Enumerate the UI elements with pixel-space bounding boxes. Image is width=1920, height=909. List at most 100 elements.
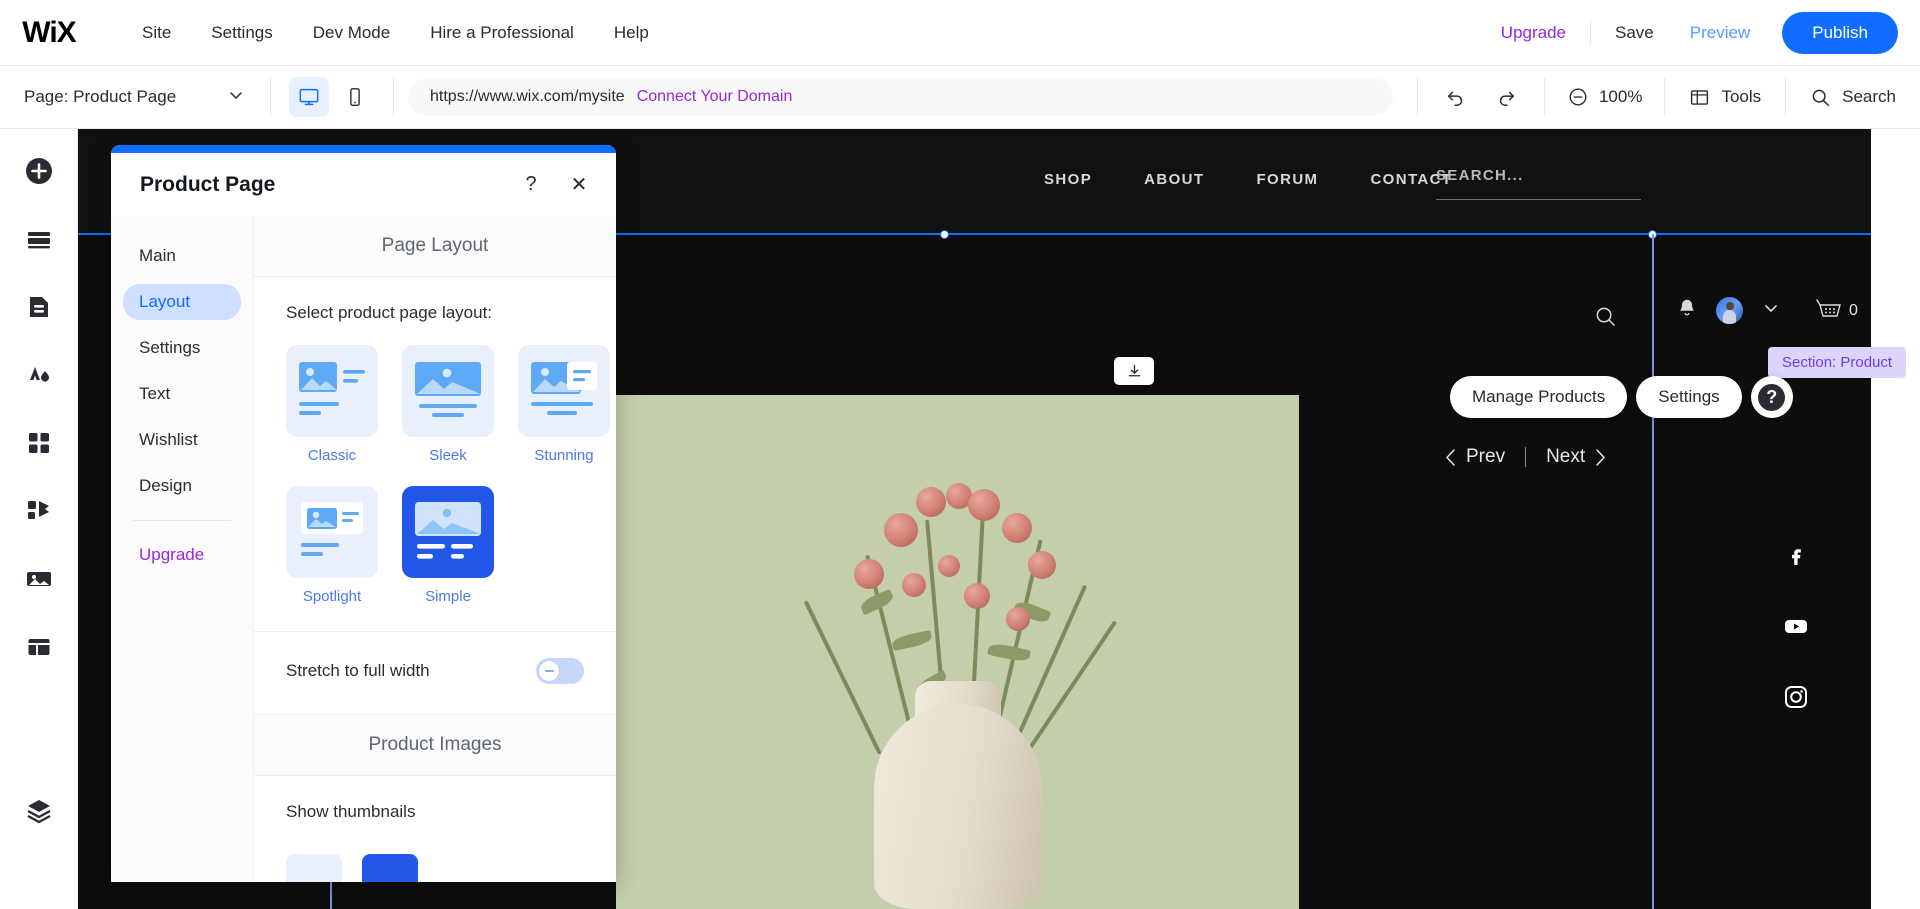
- pages-menu-icon[interactable]: [19, 287, 59, 327]
- topnav-hire-professional[interactable]: Hire a Professional: [410, 17, 594, 49]
- product-image[interactable]: [616, 395, 1299, 909]
- site-search-field[interactable]: SEARCH...: [1436, 167, 1641, 185]
- apps-icon[interactable]: [19, 423, 59, 463]
- topnav-help[interactable]: Help: [594, 17, 669, 49]
- page-selector-label: Page: Product Page: [24, 87, 176, 107]
- preview-button[interactable]: Preview: [1672, 17, 1768, 49]
- save-button[interactable]: Save: [1597, 17, 1672, 49]
- site-design-icon[interactable]: [19, 355, 59, 395]
- manage-products-button[interactable]: Manage Products: [1450, 376, 1627, 418]
- panel-tab-design[interactable]: Design: [123, 468, 241, 504]
- instagram-icon[interactable]: [1783, 684, 1809, 715]
- panel-sidebar: Main Layout Settings Text Wishlist Desig…: [111, 216, 254, 882]
- my-business-icon[interactable]: [19, 491, 59, 531]
- site-nav-shop[interactable]: SHOP: [1018, 171, 1118, 188]
- publish-button[interactable]: Publish: [1782, 12, 1898, 54]
- topnav-settings[interactable]: Settings: [191, 17, 292, 49]
- layout-thumb-simple: [402, 486, 494, 578]
- panel-content[interactable]: Page Layout Select product page layout:: [254, 216, 616, 882]
- cart-item-count: 0: [1849, 302, 1858, 320]
- tools-label: Tools: [1721, 87, 1761, 107]
- site-search-icon[interactable]: [1594, 305, 1617, 333]
- layout-options-grid: Classic: [286, 345, 584, 605]
- product-pagination: Prev Next: [1438, 446, 1613, 468]
- shopping-cart-icon[interactable]: 0: [1815, 298, 1858, 324]
- divider: [393, 78, 394, 116]
- page-layout-section-title: Page Layout: [254, 216, 616, 277]
- topnav-site[interactable]: Site: [122, 17, 191, 49]
- top-navigation: Site Settings Dev Mode Hire a Profession…: [122, 17, 669, 49]
- panel-tab-text[interactable]: Text: [123, 376, 241, 412]
- facebook-icon[interactable]: [1784, 544, 1808, 573]
- media-icon[interactable]: [19, 559, 59, 599]
- thumbnail-option-off[interactable]: [286, 854, 342, 882]
- divider: [1590, 21, 1591, 45]
- download-icon[interactable]: [1114, 357, 1154, 385]
- desktop-icon: [298, 86, 320, 108]
- mobile-icon: [344, 86, 366, 108]
- prev-product-button[interactable]: Prev: [1438, 446, 1511, 468]
- layout-option-simple[interactable]: Simple: [402, 486, 494, 605]
- site-nav: SHOP ABOUT FORUM CONTACT: [1018, 171, 1478, 188]
- mobile-view-button[interactable]: [335, 77, 375, 117]
- section-help-button[interactable]: ?: [1751, 376, 1793, 418]
- tools-panel-icon: [1689, 87, 1710, 108]
- panel-tab-main[interactable]: Main: [123, 238, 241, 274]
- undo-button[interactable]: [1434, 75, 1478, 119]
- layout-option-stunning[interactable]: Stunning: [518, 345, 610, 464]
- layout-option-spotlight[interactable]: Spotlight: [286, 486, 378, 605]
- site-header-icons: 0: [1676, 297, 1858, 324]
- site-nav-forum[interactable]: FORUM: [1230, 171, 1344, 188]
- layout-option-sleek[interactable]: Sleek: [402, 345, 494, 464]
- panel-upgrade-link[interactable]: Upgrade: [111, 537, 253, 573]
- layout-name-classic: Classic: [286, 447, 378, 464]
- zoom-control[interactable]: 100%: [1545, 86, 1664, 108]
- chevron-down-icon[interactable]: [1761, 298, 1781, 323]
- site-nav-about[interactable]: ABOUT: [1118, 171, 1230, 188]
- editor-left-rail: [0, 129, 78, 909]
- chevron-down-icon: [228, 87, 244, 108]
- layout-preview-full-icon: [413, 356, 483, 426]
- selection-handle[interactable]: [940, 230, 949, 239]
- layers-icon[interactable]: [19, 791, 59, 831]
- layout-name-sleek: Sleek: [402, 447, 494, 464]
- panel-tab-settings[interactable]: Settings: [123, 330, 241, 366]
- search-button[interactable]: Search: [1786, 87, 1920, 108]
- chevron-right-icon: [1594, 448, 1607, 467]
- next-label: Next: [1546, 446, 1585, 468]
- add-elements-icon[interactable]: [19, 151, 59, 191]
- connect-domain-link[interactable]: Connect Your Domain: [637, 88, 793, 106]
- editor-top-bar: WiX Site Settings Dev Mode Hire a Profes…: [0, 0, 1920, 66]
- add-section-icon[interactable]: [19, 219, 59, 259]
- content-manager-icon[interactable]: [19, 627, 59, 667]
- panel-header: Product Page ? ✕: [111, 153, 616, 216]
- panel-body: Main Layout Settings Text Wishlist Desig…: [111, 216, 616, 882]
- redo-button[interactable]: [1484, 75, 1528, 119]
- select-layout-label: Select product page layout:: [286, 303, 584, 323]
- zoom-level-value: 100%: [1599, 87, 1642, 107]
- layout-thumb-classic: [286, 345, 378, 437]
- panel-accent-bar: [111, 145, 616, 153]
- thumbnail-option-on[interactable]: [362, 854, 418, 882]
- panel-tab-wishlist[interactable]: Wishlist: [123, 422, 241, 458]
- page-selector[interactable]: Page: Product Page: [0, 66, 270, 128]
- panel-close-icon[interactable]: ✕: [564, 170, 594, 200]
- topnav-dev-mode[interactable]: Dev Mode: [293, 17, 410, 49]
- upgrade-button[interactable]: Upgrade: [1483, 17, 1584, 49]
- panel-tab-layout[interactable]: Layout: [123, 284, 241, 320]
- layout-option-classic[interactable]: Classic: [286, 345, 378, 464]
- user-avatar[interactable]: [1716, 297, 1743, 324]
- show-thumbnails-group: Show thumbnails: [254, 776, 616, 854]
- youtube-icon[interactable]: [1783, 613, 1809, 644]
- site-url-bar[interactable]: https://www.wix.com/mysite Connect Your …: [408, 78, 1393, 116]
- stretch-full-width-toggle[interactable]: [536, 658, 584, 684]
- wix-logo[interactable]: WiX: [20, 18, 78, 48]
- section-settings-button[interactable]: Settings: [1636, 376, 1741, 418]
- next-product-button[interactable]: Next: [1540, 446, 1613, 468]
- panel-help-icon[interactable]: ?: [516, 170, 546, 200]
- top-bar-actions: Upgrade Save Preview Publish: [1483, 0, 1898, 66]
- layout-preview-wide-icon: [413, 497, 483, 567]
- tools-button[interactable]: Tools: [1665, 87, 1785, 108]
- desktop-view-button[interactable]: [289, 77, 329, 117]
- notification-bell-icon[interactable]: [1676, 297, 1698, 324]
